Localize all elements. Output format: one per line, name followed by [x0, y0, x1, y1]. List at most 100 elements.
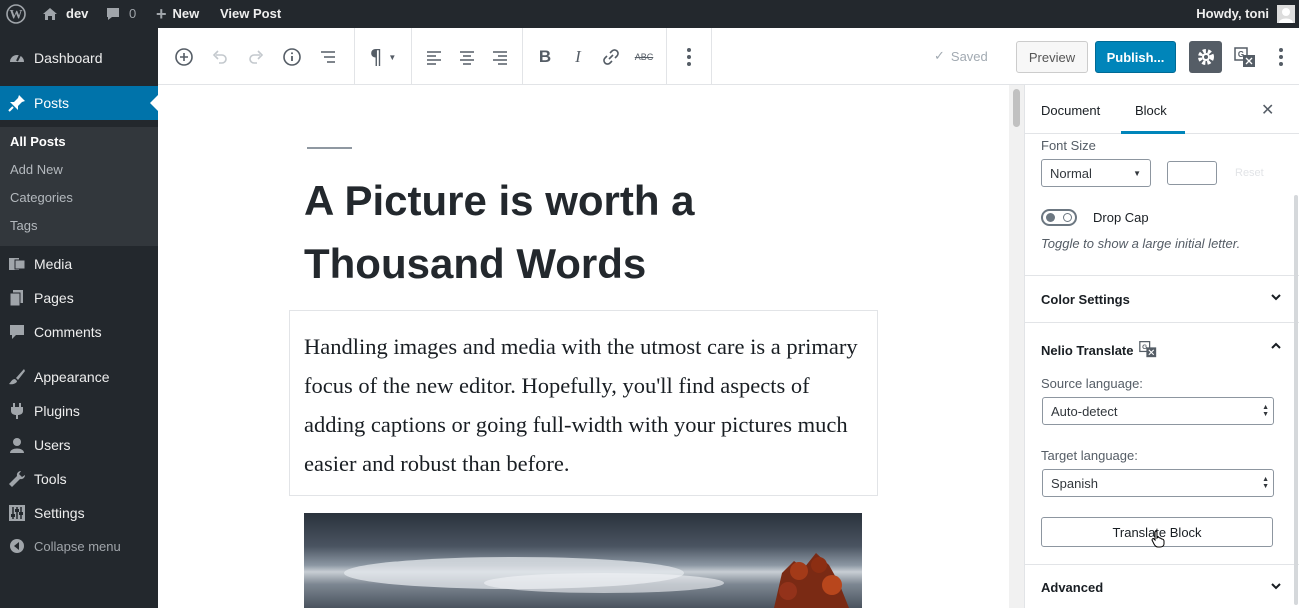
panel-scrollbar[interactable] — [1294, 195, 1298, 605]
outline-icon[interactable] — [313, 42, 343, 72]
tab-block-label: Block — [1135, 103, 1167, 118]
new-content-link[interactable]: + New — [156, 0, 199, 28]
link-icon[interactable] — [596, 42, 626, 72]
tab-block[interactable]: Block — [1121, 85, 1185, 134]
editor-content: A Picture is worth a Thousand Words Hand… — [158, 85, 1009, 608]
menu-label: Comments — [34, 324, 102, 340]
pages-icon — [7, 288, 27, 308]
submenu-all-posts[interactable]: All Posts — [10, 134, 66, 149]
target-language-label: Target language: — [1041, 448, 1138, 463]
paragraph-block-switcher[interactable]: ¶ ▼ — [363, 42, 403, 72]
chevron-down-icon — [1270, 579, 1282, 597]
nelio-translate-label: Nelio Translate — [1041, 343, 1134, 358]
drop-cap-help: Toggle to show a large initial letter. — [1041, 236, 1241, 251]
scrollbar-thumb[interactable] — [1013, 89, 1020, 127]
menu-appearance[interactable]: Appearance — [0, 360, 158, 394]
paragraph-line: adding captions or going full-width with… — [304, 412, 848, 437]
menu-label: Settings — [34, 505, 85, 521]
color-settings-toggle[interactable]: Color Settings — [1025, 276, 1299, 322]
title-separator — [307, 147, 352, 149]
paragraph-line: easier and robust than before. — [304, 451, 570, 476]
more-options-icon[interactable] — [674, 42, 704, 72]
translate-icon[interactable]: G — [1230, 42, 1260, 72]
select-arrows-icon: ▲ ▼ — [1262, 476, 1269, 490]
menu-label: Plugins — [34, 403, 80, 419]
undo-icon[interactable] — [205, 42, 235, 72]
menu-settings[interactable]: Settings — [0, 496, 158, 530]
info-icon[interactable] — [277, 42, 307, 72]
post-title-line: A Picture is worth a — [304, 177, 695, 224]
font-size-custom-input[interactable] — [1167, 161, 1217, 185]
font-size-select[interactable]: Normal ▼ — [1041, 159, 1151, 187]
pin-icon — [7, 93, 27, 113]
admin-sidebar: Dashboard Posts All Posts Add New Catego… — [0, 28, 158, 608]
menu-pages[interactable]: Pages — [0, 281, 158, 315]
reset-button[interactable]: Reset — [1235, 167, 1264, 179]
nelio-translate-toggle[interactable]: Nelio Translate G — [1025, 323, 1299, 369]
site-name: dev — [66, 6, 89, 21]
new-label: New — [172, 6, 200, 21]
align-right-icon[interactable] — [485, 42, 515, 72]
submenu-add-new[interactable]: Add New — [10, 162, 63, 177]
saved-label: Saved — [950, 48, 988, 64]
align-center-icon[interactable] — [452, 42, 482, 72]
home-icon — [42, 6, 58, 22]
collapse-menu-button[interactable]: Collapse menu — [0, 529, 158, 563]
wordpress-logo-icon[interactable]: W — [6, 0, 26, 28]
menu-users[interactable]: Users — [0, 428, 158, 462]
tab-document[interactable]: Document — [1041, 103, 1100, 118]
howdy-link[interactable]: Howdy, toni — [1196, 0, 1269, 28]
menu-plugins[interactable]: Plugins — [0, 394, 158, 428]
menu-posts[interactable]: Posts — [0, 86, 158, 120]
chevron-down-icon — [1270, 290, 1282, 308]
paragraph-line: Handling images and media with the utmos… — [304, 334, 858, 359]
align-left-icon[interactable] — [419, 42, 449, 72]
menu-media[interactable]: Media — [0, 247, 158, 281]
chevron-up-icon — [1270, 339, 1282, 357]
check-icon: ✓ — [934, 48, 945, 63]
more-menu-icon[interactable] — [1266, 42, 1296, 72]
view-post-link[interactable]: View Post — [220, 0, 281, 28]
menu-label: Dashboard — [34, 50, 103, 66]
media-icon — [7, 254, 27, 274]
avatar[interactable] — [1277, 5, 1295, 23]
post-title[interactable]: A Picture is worth a Thousand Words — [304, 169, 695, 295]
chevron-down-icon: ▼ — [388, 52, 397, 62]
menu-dashboard[interactable]: Dashboard — [0, 41, 158, 75]
preview-button[interactable]: Preview — [1016, 41, 1088, 73]
font-size-label: Font Size — [1041, 138, 1096, 153]
drop-cap-toggle[interactable] — [1041, 209, 1077, 226]
source-language-select[interactable]: Auto-detect ▲ ▼ — [1042, 397, 1274, 425]
plug-icon — [7, 401, 27, 421]
bold-icon[interactable]: B — [530, 42, 560, 72]
publish-button[interactable]: Publish... — [1095, 41, 1176, 73]
menu-tools[interactable]: Tools — [0, 462, 158, 496]
italic-icon[interactable]: I — [563, 42, 593, 72]
dashboard-icon — [7, 48, 27, 68]
source-language-value: Auto-detect — [1051, 403, 1118, 419]
paragraph-block[interactable]: Handling images and media with the utmos… — [289, 310, 878, 496]
translate-icon: G — [1139, 340, 1157, 361]
menu-label: Appearance — [34, 369, 110, 385]
submenu-tags[interactable]: Tags — [10, 218, 37, 233]
comments-link[interactable]: 0 — [105, 0, 136, 28]
image-block[interactable] — [304, 513, 862, 608]
menu-comments[interactable]: Comments — [0, 315, 158, 349]
posts-submenu: All Posts Add New Categories Tags — [0, 127, 158, 246]
strikethrough-icon[interactable]: ABC — [629, 42, 659, 72]
settings-gear-icon[interactable] — [1189, 41, 1222, 73]
plus-icon: + — [156, 4, 167, 24]
content-scrollbar[interactable] — [1009, 85, 1024, 608]
chevron-down-icon: ▼ — [1133, 168, 1141, 178]
close-icon[interactable]: ✕ — [1261, 100, 1274, 120]
redo-icon[interactable] — [241, 42, 271, 72]
svg-text:W: W — [10, 7, 23, 22]
advanced-toggle[interactable]: Advanced — [1025, 565, 1299, 608]
wrench-icon — [7, 469, 27, 489]
site-name-link[interactable]: dev — [42, 0, 88, 28]
source-language-label: Source language: — [1041, 376, 1143, 391]
paragraph-line: focus of the new editor. Hopefully, you'… — [304, 373, 810, 398]
add-block-icon[interactable] — [169, 42, 199, 72]
target-language-select[interactable]: Spanish ▲ ▼ — [1042, 469, 1274, 497]
submenu-categories[interactable]: Categories — [10, 190, 73, 205]
